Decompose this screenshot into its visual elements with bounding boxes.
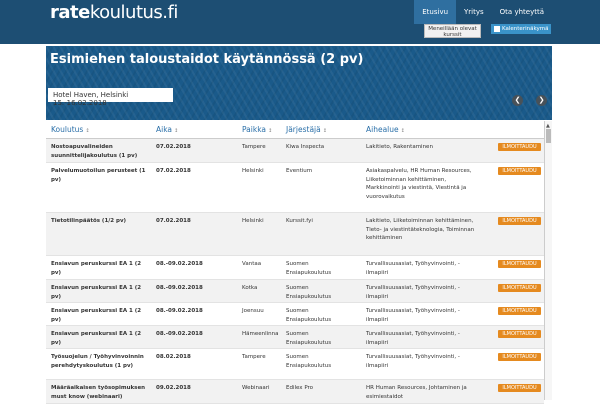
column-jarjestaja[interactable]: Järjestäjä ↕ (286, 125, 327, 134)
course-place: Helsinki (242, 218, 264, 224)
logo[interactable]: ratekoulutus.fi (50, 2, 178, 23)
course-date: 08.-09.02.2018 (156, 331, 203, 337)
ongoing-courses-button[interactable]: Meneillään olevat kurssit (424, 24, 481, 38)
course-date: 08.-09.02.2018 (156, 308, 203, 314)
course-date: 08.-09.02.2018 (156, 285, 203, 291)
register-button[interactable]: ILMOITTAUDU (498, 353, 541, 361)
course-place: Joensuu (242, 308, 264, 314)
course-topic: Turvallisuusasiat, Työhyvinvointi, -ilma… (366, 285, 460, 300)
main-nav: Etusivu Yritys Ota yhteyttä (414, 0, 552, 24)
column-aihealue[interactable]: Aihealue ↕ (366, 125, 405, 134)
register-button[interactable]: ILMOITTAUDU (498, 217, 541, 225)
course-organizer: Suomen Ensiapukoulutus (286, 285, 332, 300)
course-date: 07.02.2018 (156, 218, 191, 224)
course-organizer: Kiwa Inspecta (286, 144, 325, 150)
calendar-icon (494, 26, 500, 32)
course-organizer: Suomen Ensiapukoulutus (286, 331, 332, 346)
table-row[interactable]: Ensiavun peruskurssi EA 1 (2 pv) 08.-09.0… (46, 303, 544, 326)
table-row[interactable]: Työsuojelun / Työhyvinvoinnin perehdytys… (46, 349, 544, 380)
hero-subtitle: Hotel Haven, Helsinki 15.-16.02.2018 (48, 88, 173, 107)
register-button[interactable]: ILMOITTAUDU (498, 384, 541, 392)
course-topic: Lakitieto, Liiketoiminnan kehittäminen, … (366, 218, 475, 241)
hero-banner[interactable]: Esimiehen taloustaidot käytännössä (2 pv… (46, 46, 552, 120)
course-name[interactable]: Nostoapuvalineiden suunnittelijakoulutus… (51, 143, 151, 160)
table-row[interactable]: Määräaikaisen työsopimuksen must know (w… (46, 380, 544, 404)
course-organizer: Edilex Pro (286, 385, 314, 391)
nav-yritys[interactable]: Yritys (456, 0, 492, 24)
register-button[interactable]: ILMOITTAUDU (498, 260, 541, 268)
ongoing-line2: kurssit (443, 32, 462, 38)
calendar-view-label: Kalenterinäkymä (502, 26, 549, 32)
course-organizer: Suomen Ensiapukoulutus (286, 308, 332, 323)
course-topic: Turvallisuusasiat, Työhyvinvointi, -ilma… (366, 331, 460, 346)
table-scrollbar[interactable]: ▲ (544, 121, 552, 400)
scroll-thumb[interactable] (546, 129, 551, 143)
course-place: Webinaari (242, 385, 270, 391)
course-topic: Turvallisuusasiat, Työhyvinvointi, -ilma… (366, 354, 460, 369)
course-organizer: Suomen Ensiapukoulutus (286, 261, 332, 276)
course-topic: HR Human Resources, Johtaminen ja esimie… (366, 385, 467, 400)
register-button[interactable]: ILMOITTAUDU (498, 330, 541, 338)
register-button[interactable]: ILMOITTAUDU (498, 143, 541, 151)
course-place: Tampere (242, 354, 266, 360)
register-button[interactable]: ILMOITTAUDU (498, 167, 541, 175)
course-name[interactable]: Ensiavun peruskurssi EA 1 (2 pv) (51, 284, 151, 301)
course-topic: Turvallisuusasiat, Työhyvinvointi, -ilma… (366, 308, 460, 323)
nav-etusivu[interactable]: Etusivu (414, 0, 457, 24)
course-organizer: Suomen Ensiapukoulutus (286, 354, 332, 369)
table-row[interactable]: Tietotilinpäätös (1/2 pv) 07.02.2018 Helsi… (46, 213, 544, 256)
course-name[interactable]: Määräaikaisen työsopimuksen must know (w… (51, 384, 151, 401)
register-button[interactable]: ILMOITTAUDU (498, 284, 541, 292)
course-date: 07.02.2018 (156, 144, 191, 150)
course-date: 09.02.2018 (156, 385, 191, 391)
course-name[interactable]: Palvelumuotoilun perusteet (1 pv) (51, 167, 151, 184)
course-topic: Asiakaspalvelu, HR Human Resources, Liik… (366, 168, 472, 200)
nav-ota-yhteytta[interactable]: Ota yhteyttä (492, 0, 552, 24)
course-organizer: Kurssit.fyi (286, 218, 313, 224)
table-row[interactable]: Ensiavun peruskurssi EA 1 (2 pv) 08.-09.0… (46, 256, 544, 280)
chevron-left-icon[interactable]: ❮ (512, 95, 523, 106)
table-header: Koulutus ↕ Aika ↕ Paikka ↕ Järjestäjä ↕ Aihe… (46, 121, 552, 139)
course-place: Kotka (242, 285, 258, 291)
course-organizer: Eventium (286, 168, 313, 174)
course-place: Vantaa (242, 261, 262, 267)
course-name[interactable]: Tietotilinpäätös (1/2 pv) (51, 217, 151, 226)
course-name[interactable]: Ensiavun peruskurssi EA 1 (2 pv) (51, 330, 151, 347)
course-date: 08.-09.02.2018 (156, 261, 203, 267)
course-name[interactable]: Ensiavun peruskurssi EA 1 (2 pv) (51, 260, 151, 277)
course-name[interactable]: Työsuojelun / Työhyvinvoinnin perehdytys… (51, 353, 151, 370)
calendar-view-button[interactable]: Kalenterinäkymä (491, 24, 551, 34)
table-row[interactable]: Nostoapuvalineiden suunnittelijakoulutus… (46, 139, 544, 163)
column-aika[interactable]: Aika ↕ (156, 125, 178, 134)
column-koulutus[interactable]: Koulutus ↕ (51, 125, 90, 134)
top-bar: ratekoulutus.fi Etusivu Yritys Ota yhtey… (0, 0, 600, 44)
course-name[interactable]: Ensiavun peruskurssi EA 1 (2 pv) (51, 307, 151, 324)
table-row[interactable]: Ensiavun peruskurssi EA 1 (2 pv) 08.-09.0… (46, 280, 544, 303)
course-date: 07.02.2018 (156, 168, 191, 174)
column-paikka[interactable]: Paikka ↕ (242, 125, 272, 134)
course-date: 08.02.2018 (156, 354, 191, 360)
table-row[interactable]: Palvelumuotoilun perusteet (1 pv) 07.02.2… (46, 163, 544, 213)
course-topic: Lakitieto, Rakentaminen (366, 144, 433, 150)
course-place: Tampere (242, 144, 266, 150)
course-place: Helsinki (242, 168, 264, 174)
table-row[interactable]: Ensiavun peruskurssi EA 1 (2 pv) 08.-09.0… (46, 326, 544, 349)
course-place: Hämeenlinna (242, 331, 279, 337)
hero-title[interactable]: Esimiehen taloustaidot käytännössä (2 pv… (50, 52, 370, 67)
register-button[interactable]: ILMOITTAUDU (498, 307, 541, 315)
chevron-right-icon[interactable]: ❯ (536, 95, 547, 106)
course-topic: Turvallisuusasiat, Työhyvinvointi, -ilma… (366, 261, 460, 276)
